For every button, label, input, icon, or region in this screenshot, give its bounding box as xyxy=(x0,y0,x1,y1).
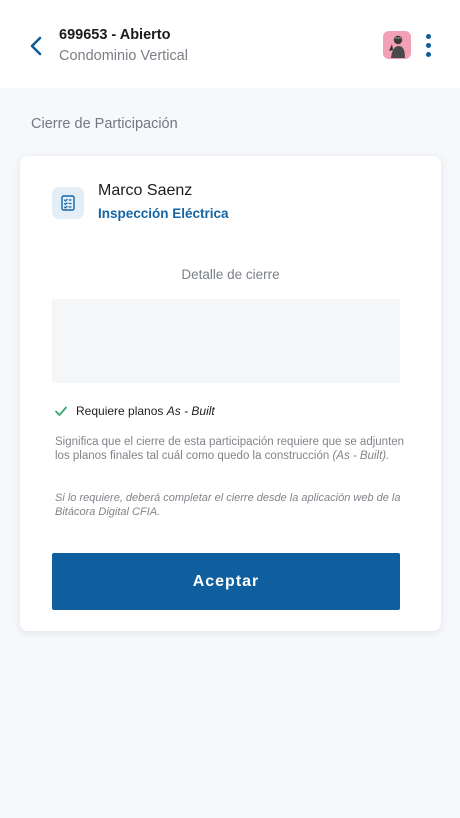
avatar[interactable] xyxy=(383,31,411,59)
more-vertical-icon-dot xyxy=(425,42,431,48)
requirement-description: Significa que el cierre de esta particip… xyxy=(55,435,405,463)
inspector-role: Inspección Eléctrica xyxy=(98,206,229,221)
app-header: 699653 - Abierto Condominio Vertical xyxy=(0,0,460,88)
header-title-block: 699653 - Abierto Condominio Vertical xyxy=(59,27,188,64)
closure-card: Marco Saenz Inspección Eléctrica Detalle… xyxy=(20,156,441,631)
page-subtitle: Condominio Vertical xyxy=(59,48,188,64)
user-avatar-image xyxy=(383,31,411,59)
page-title: 699653 - Abierto xyxy=(59,27,171,43)
detail-label: Detalle de cierre xyxy=(181,267,280,282)
clipboard-checklist-icon xyxy=(52,187,84,219)
back-button[interactable] xyxy=(22,32,50,60)
requirement-label: Requiere planos As - Built xyxy=(76,404,215,418)
description-emphasis: (As - Built). xyxy=(332,450,390,462)
requirement-emphasis: As - Built xyxy=(166,404,215,418)
requirement-text: Requiere planos xyxy=(76,404,167,418)
requires-as-built-checkbox[interactable]: Requiere planos As - Built xyxy=(54,404,215,418)
more-menu-button[interactable] xyxy=(418,30,438,60)
section-title: Cierre de Participación xyxy=(31,116,178,132)
check-icon xyxy=(55,406,67,416)
closure-detail-field[interactable] xyxy=(52,299,400,383)
more-vertical-icon xyxy=(425,33,431,39)
web-app-note: Si lo requiere, deberá completar el cier… xyxy=(55,492,401,518)
chevron-left-icon xyxy=(30,36,42,56)
more-vertical-icon-dot xyxy=(425,51,431,57)
inspector-name: Marco Saenz xyxy=(98,182,193,199)
accept-button[interactable]: Aceptar xyxy=(52,553,400,610)
